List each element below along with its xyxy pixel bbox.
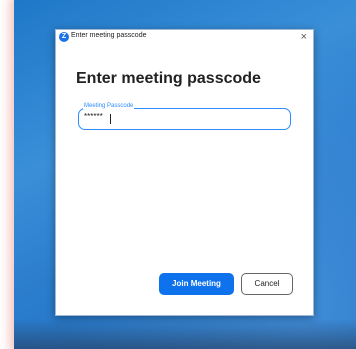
passcode-field[interactable]: Meeting Passcode ****** xyxy=(78,103,291,130)
text-cursor xyxy=(110,114,111,124)
zoom-app-icon: Z xyxy=(59,32,69,42)
cancel-button[interactable]: Cancel xyxy=(241,273,293,295)
background-shade xyxy=(14,319,356,349)
close-icon[interactable]: × xyxy=(301,30,307,44)
passcode-input[interactable]: ****** xyxy=(84,112,274,124)
dialog-heading: Enter meeting passcode xyxy=(76,70,261,87)
passcode-dialog: Z Enter meeting passcode × Enter meeting… xyxy=(55,29,314,316)
title-bar: Z Enter meeting passcode × xyxy=(56,30,313,46)
join-meeting-button[interactable]: Join Meeting xyxy=(159,273,234,295)
passcode-field-label: Meeting Passcode xyxy=(83,103,135,109)
window-title: Enter meeting passcode xyxy=(71,32,147,39)
